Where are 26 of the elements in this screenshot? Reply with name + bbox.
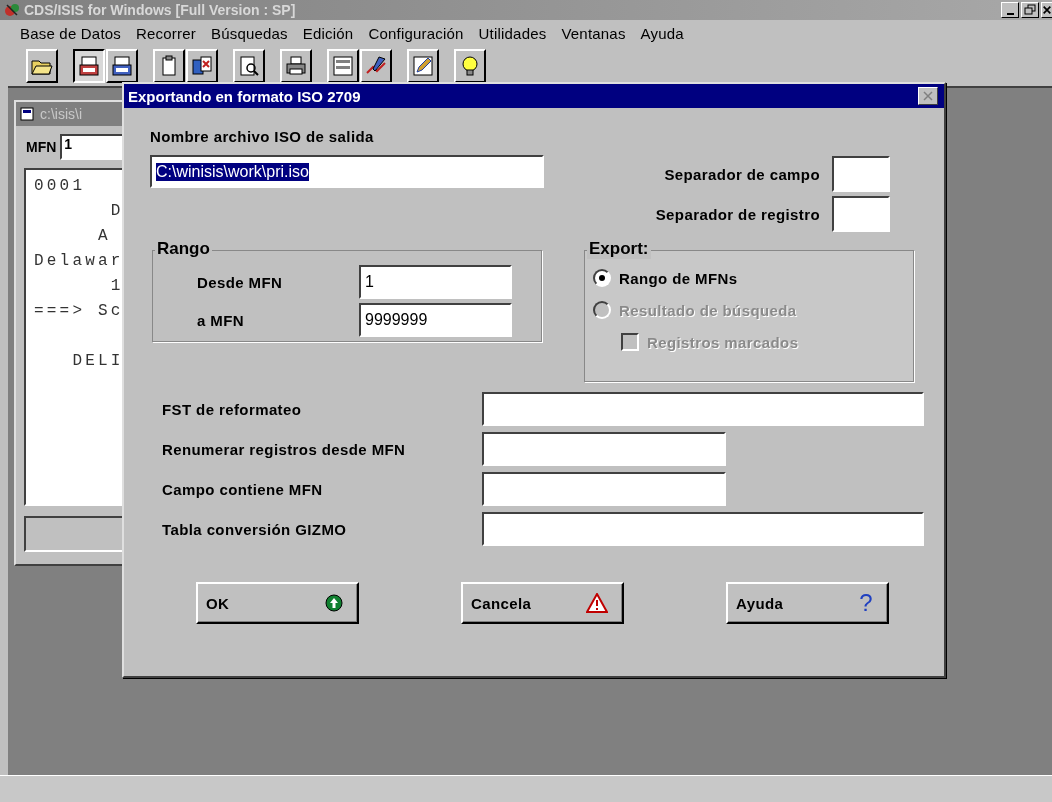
record-line: 0001 <box>34 177 86 195</box>
field-label: FST de reformateo <box>162 400 302 418</box>
record-line: 1 <box>109 277 124 295</box>
dialog-title: Exportando en formato ISO 2709 <box>128 87 361 105</box>
field-label: Nombre archivo ISO de salida <box>150 128 375 145</box>
record-line: A <box>97 227 111 245</box>
option-label: Resultado de búsqueda <box>619 301 797 319</box>
field-label: Renumerar registros desde MFN <box>162 440 406 458</box>
group-title: Export: <box>587 239 651 259</box>
option-label: Rango de MFNs <box>619 269 738 287</box>
record-line: Delawar <box>34 252 124 270</box>
field-label: Separador de registro <box>655 205 820 223</box>
field-label: Separador de campo <box>664 165 820 183</box>
record-line: DELI <box>71 352 124 370</box>
group-title: Rango <box>155 239 212 259</box>
mfn-label: MFN <box>26 139 57 155</box>
field-label: Campo contiene MFN <box>162 480 323 498</box>
window-title: CDS/ISIS for Windows [Full Version : SP] <box>24 2 296 18</box>
record-line: ===> Sc <box>34 302 124 320</box>
field-label: Desde MFN <box>197 273 284 291</box>
field-label: a MFN <box>197 311 245 329</box>
record-line: D <box>109 202 124 220</box>
help-icon: ? <box>859 589 873 617</box>
window-title: c:\isis\i <box>40 106 82 122</box>
field-label: Tabla conversión GIZMO <box>162 520 347 538</box>
option-label: Registros marcados <box>647 333 799 351</box>
